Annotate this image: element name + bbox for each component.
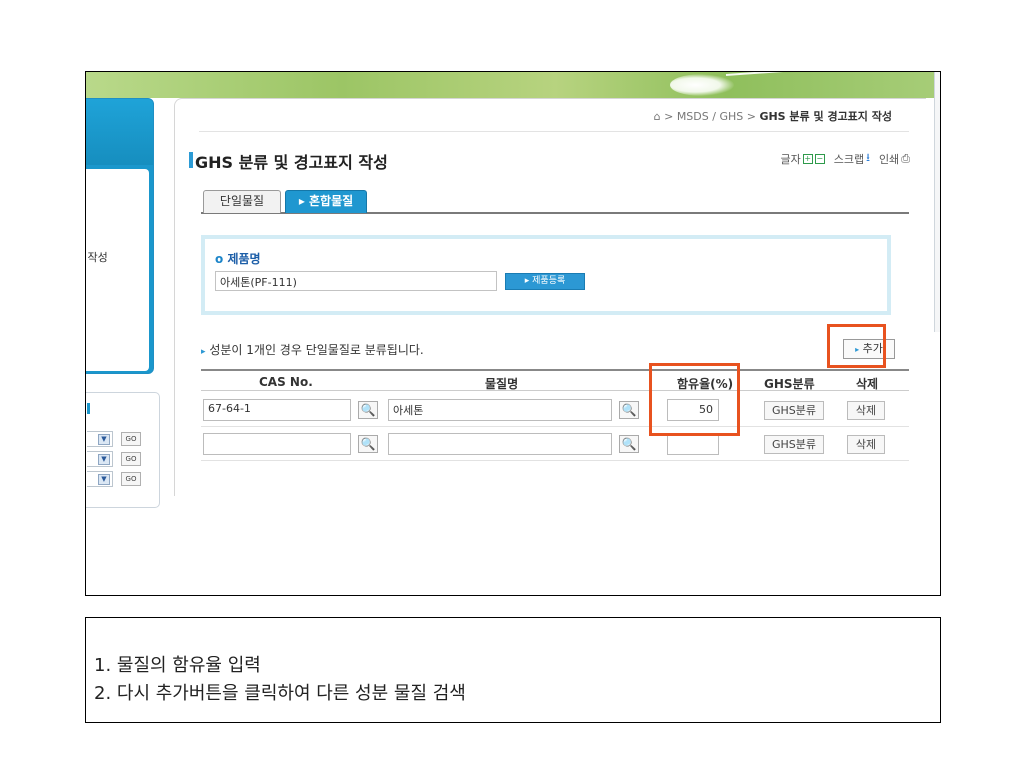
- breadcrumb: ⌂ > MSDS / GHS > GHS 분류 및 경고표지 작성: [654, 108, 892, 124]
- quicklink-row: ▼ GO: [87, 431, 157, 449]
- breadcrumb-path[interactable]: ⌂ > MSDS / GHS >: [654, 110, 760, 123]
- content-percent-highlight: [649, 363, 740, 436]
- single-component-notice: ▸ 성분이 1개인 경우 단일물질로 분류됩니다.: [201, 341, 424, 358]
- quicklink-row: ▼ GO: [87, 471, 157, 489]
- divider: [199, 131, 909, 132]
- substance-tabs: 단일물질 ▸ 혼합물질: [201, 190, 909, 214]
- quicklink-select[interactable]: ▼: [87, 431, 113, 447]
- left-quicklink-panel: ▼ GO ▼ GO ▼ GO: [86, 392, 160, 508]
- add-button-highlight: [827, 324, 886, 368]
- scrap-icon[interactable]: ⭳: [866, 149, 870, 168]
- print-icon[interactable]: ⎙: [901, 152, 910, 166]
- header-cas: CAS No.: [259, 375, 313, 389]
- font-increase-icon[interactable]: +: [802, 153, 813, 164]
- header-delete: 삭제: [856, 377, 879, 391]
- search-icon[interactable]: 🔍: [358, 435, 378, 453]
- breadcrumb-current: GHS 분류 및 경고표지 작성: [759, 110, 892, 123]
- circle-bullet-icon: o: [215, 252, 224, 266]
- instruction-box: 1. 물질의 함유율 입력 2. 다시 추가버튼을 클릭하여 다른 성분 물질 …: [85, 617, 941, 723]
- search-icon[interactable]: 🔍: [619, 401, 639, 419]
- banner-stroke: [725, 72, 916, 76]
- table-row: 🔍 🔍 GHS분류 삭제: [201, 427, 909, 461]
- panel-marker: [87, 403, 90, 414]
- go-button[interactable]: GO: [121, 432, 141, 446]
- tab-mixture[interactable]: ▸ 혼합물질: [285, 190, 367, 213]
- font-size-label: 글자: [780, 152, 801, 166]
- print-button[interactable]: 인쇄: [879, 151, 899, 167]
- left-sidebar-panel: l 작성: [86, 98, 154, 374]
- header-substance-name: 물질명: [485, 377, 519, 391]
- go-button[interactable]: GO: [121, 452, 141, 466]
- right-scroll-edge: [934, 72, 940, 332]
- main-content: ⌂ > MSDS / GHS > GHS 분류 및 경고표지 작성 GHS 분류…: [174, 98, 926, 496]
- content-percent-input[interactable]: [667, 433, 719, 455]
- ghs-classify-button[interactable]: GHS분류: [764, 401, 824, 420]
- notice-text: 성분이 1개인 경우 단일물질로 분류됩니다.: [205, 343, 424, 357]
- cas-input[interactable]: [203, 433, 351, 455]
- page-tools: 글자 + − 스크랩 ⭳ 인쇄 ⎙: [780, 149, 910, 168]
- scrap-button[interactable]: 스크랩: [834, 151, 864, 167]
- instruction-step-2: 2. 다시 추가버튼을 클릭하여 다른 성분 물질 검색: [94, 683, 466, 704]
- top-banner: [86, 72, 940, 98]
- search-icon[interactable]: 🔍: [358, 401, 378, 419]
- product-name-label-text: 제품명: [227, 252, 261, 266]
- substance-name-input[interactable]: [388, 433, 612, 455]
- header-ghs: GHS분류: [764, 377, 815, 391]
- chevron-down-icon[interactable]: ▼: [98, 434, 110, 445]
- left-sidebar-header: [86, 99, 153, 165]
- delete-row-button[interactable]: 삭제: [847, 401, 885, 420]
- delete-row-button[interactable]: 삭제: [847, 435, 885, 454]
- table-row: 67-64-1 🔍 아세톤 🔍 50 GHS분류 삭제: [201, 393, 909, 427]
- screenshot-frame: l 작성 ▼ GO ▼ GO ▼ GO ⌂ > MSDS / GHS > GHS…: [85, 71, 941, 596]
- register-product-button[interactable]: ▸ 제품등록: [505, 273, 585, 290]
- quicklink-select[interactable]: ▼: [87, 451, 113, 467]
- page-title: GHS 분류 및 경고표지 작성: [195, 153, 388, 172]
- golf-ball-graphic: [670, 74, 734, 96]
- instruction-step-1: 1. 물질의 함유율 입력: [94, 655, 261, 676]
- tab-single-substance[interactable]: 단일물질: [203, 190, 281, 213]
- substance-name-input[interactable]: 아세톤: [388, 399, 612, 421]
- table-header: CAS No. 물질명 함유율(%) GHS분류 삭제: [201, 369, 909, 391]
- left-sidebar-menu: l 작성: [86, 169, 149, 371]
- quicklink-select[interactable]: ▼: [87, 471, 113, 487]
- quicklink-row: ▼ GO: [87, 451, 157, 469]
- product-name-box: o 제품명 아세톤(PF-111) ▸ 제품등록: [201, 235, 891, 315]
- go-button[interactable]: GO: [121, 472, 141, 486]
- product-name-input[interactable]: 아세톤(PF-111): [215, 271, 497, 291]
- chevron-down-icon[interactable]: ▼: [98, 474, 110, 485]
- left-menu-item[interactable]: l 작성: [86, 249, 108, 265]
- chevron-down-icon[interactable]: ▼: [98, 454, 110, 465]
- product-name-label: o 제품명: [215, 250, 261, 267]
- search-icon[interactable]: 🔍: [619, 435, 639, 453]
- font-decrease-icon[interactable]: −: [814, 153, 825, 164]
- cas-input[interactable]: 67-64-1: [203, 399, 351, 421]
- title-marker: [189, 152, 193, 168]
- ghs-classify-button[interactable]: GHS분류: [764, 435, 824, 454]
